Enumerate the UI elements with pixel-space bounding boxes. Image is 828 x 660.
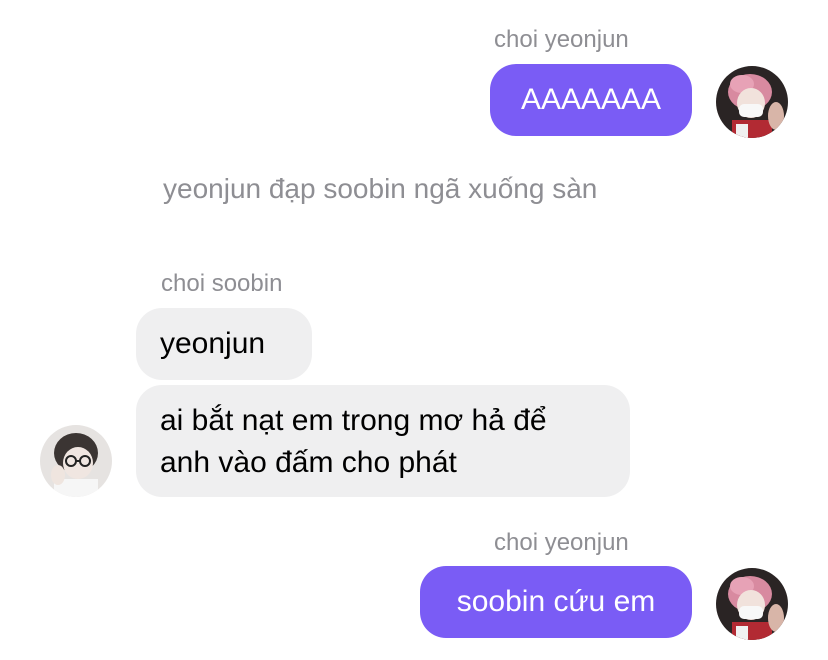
- system-message: yeonjun đạp soobin ngã xuống sàn: [163, 173, 598, 204]
- sender-name: choi yeonjun: [494, 529, 629, 556]
- sender-name: choi soobin: [161, 270, 283, 297]
- user-avatar-pink-hair-icon[interactable]: [716, 66, 788, 138]
- message-bubble-outgoing[interactable]: soobin cứu em: [420, 566, 692, 638]
- message-bubble-outgoing[interactable]: AAAAAAA: [490, 64, 692, 136]
- message-line: anh vào đấm cho phát: [160, 446, 457, 479]
- message-line: ai bắt nạt em trong mơ hả để: [160, 404, 547, 437]
- message-bubble-incoming[interactable]: ai bắt nạt em trong mơ hả để anh vào đấm…: [136, 385, 630, 497]
- user-avatar-pink-hair-icon[interactable]: [716, 568, 788, 640]
- user-avatar-glasses-icon[interactable]: [40, 425, 112, 497]
- sender-name: choi yeonjun: [494, 26, 629, 53]
- message-bubble-incoming[interactable]: yeonjun: [136, 308, 312, 380]
